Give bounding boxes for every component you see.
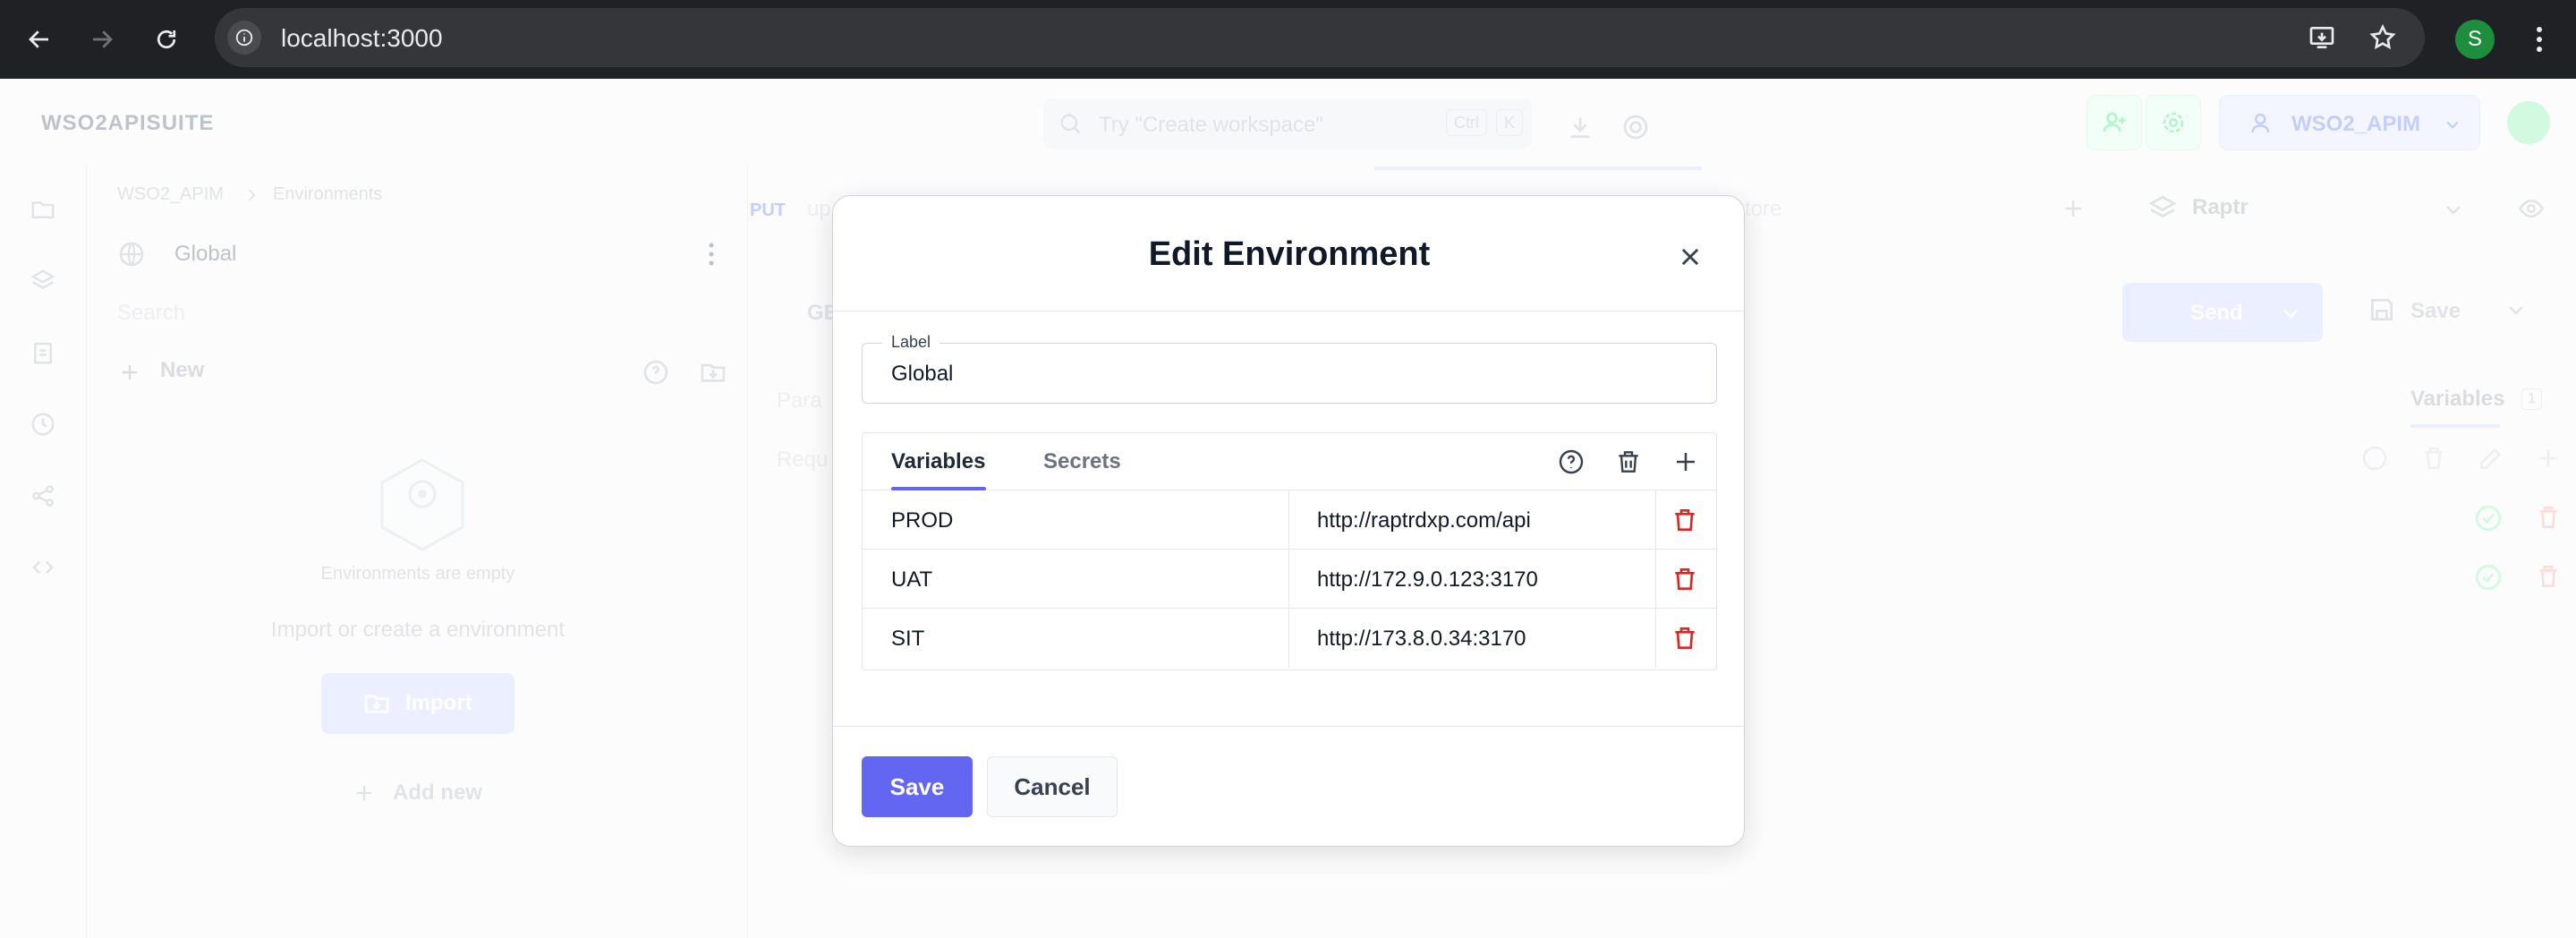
variable-value[interactable]: http://173.8.0.34:3170 [1317,627,1526,652]
variable-row: SIT http://173.8.0.34:3170 [863,609,1716,668]
add-variable-icon[interactable] [1670,446,1702,478]
back-arrow-icon[interactable] [14,14,64,64]
column-divider [1655,490,1656,550]
footer-divider [833,726,1744,727]
column-divider [1655,550,1656,609]
column-divider [1288,609,1289,668]
close-icon[interactable] [1674,241,1706,273]
delete-row-icon[interactable] [1668,503,1702,537]
variable-key[interactable]: UAT [891,567,932,593]
help-circle-icon[interactable] [1555,446,1587,478]
browser-chrome: localhost:3000 S [0,0,2576,79]
delete-row-icon[interactable] [1668,562,1702,596]
column-divider [1288,490,1289,550]
bookmark-star-icon[interactable] [2366,21,2400,55]
forward-arrow-icon[interactable] [77,14,127,64]
browser-menu-icon[interactable] [2521,18,2557,61]
dialog-title: Edit Environment [1148,235,1431,273]
url-text[interactable]: localhost:3000 [281,24,443,53]
cancel-button[interactable]: Cancel [987,756,1118,817]
label-legend: Label [882,333,940,352]
reload-icon[interactable] [141,14,191,64]
variable-value[interactable]: http://172.9.0.123:3170 [1317,567,1538,593]
variable-row: UAT http://172.9.0.123:3170 [863,550,1716,609]
profile-avatar[interactable]: S [2455,20,2495,59]
address-bar[interactable]: localhost:3000 [215,8,2425,67]
column-divider [1655,609,1656,668]
save-button[interactable]: Save [862,756,973,817]
label-input[interactable]: Global [891,362,953,387]
variable-key[interactable]: PROD [891,508,953,533]
variable-value[interactable]: http://raptrdxp.com/api [1317,508,1531,533]
install-app-icon[interactable] [2305,21,2339,55]
delete-row-icon[interactable] [1668,621,1702,655]
site-info-icon[interactable] [227,21,261,55]
variables-table: Variables Secrets PROD http://raptrdxp.c… [862,432,1717,670]
variables-tabs: Variables Secrets [863,433,1716,490]
tab-secrets[interactable]: Secrets [1043,449,1121,474]
variable-key[interactable]: SIT [891,627,924,652]
variable-row: PROD http://raptrdxp.com/api [863,490,1716,550]
trash-icon[interactable] [1612,446,1645,478]
tab-variables[interactable]: Variables [891,449,985,474]
edit-environment-dialog: Edit Environment Label Global Variables … [832,195,1745,847]
label-field[interactable]: Label Global [862,333,1717,404]
column-divider [1288,550,1289,609]
